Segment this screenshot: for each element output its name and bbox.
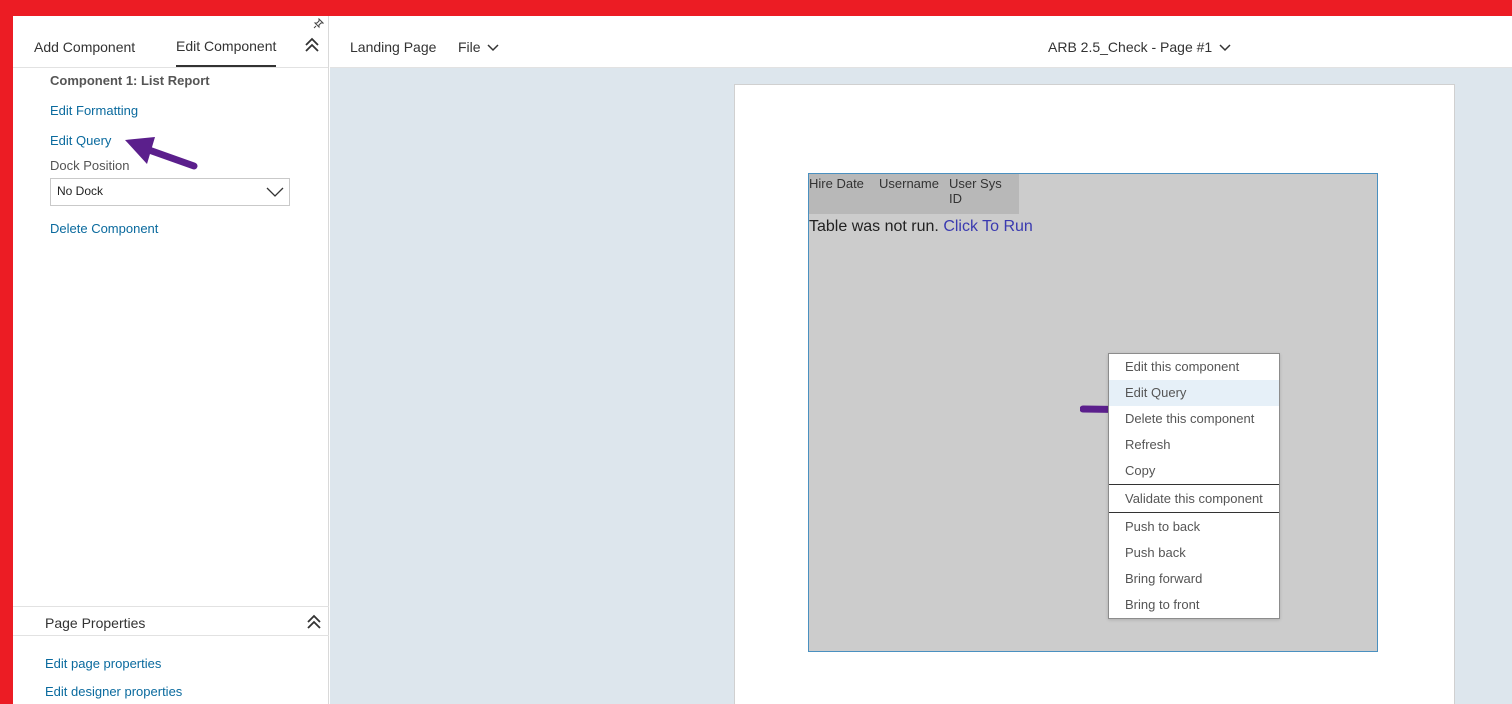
annotation-arrow <box>125 137 198 170</box>
menu-item-push-back[interactable]: Push back <box>1109 540 1279 566</box>
column-header: Username <box>879 176 939 191</box>
edit-formatting-link[interactable]: Edit Formatting <box>50 103 138 118</box>
edit-designer-properties-link[interactable]: Edit designer properties <box>45 684 182 699</box>
table-status: Table was not run. Click To Run <box>809 218 1033 236</box>
list-report-component[interactable]: Hire Date Username User Sys ID Table was… <box>808 173 1378 652</box>
left-panel: Add Component Edit Component Component 1… <box>13 16 329 704</box>
chevron-down-icon <box>487 44 499 52</box>
menu-item-copy[interactable]: Copy <box>1109 458 1279 484</box>
landing-page-link[interactable]: Landing Page <box>350 39 436 55</box>
top-bar: Landing Page File ARB 2.5_Check - Page #… <box>330 16 1512 68</box>
pin-icon[interactable] <box>313 17 325 32</box>
design-canvas: Hire Date Username User Sys ID Table was… <box>330 68 1512 704</box>
page-properties-title: Page Properties <box>45 615 146 631</box>
page-selector[interactable]: ARB 2.5_Check - Page #1 <box>1048 39 1231 55</box>
file-menu[interactable]: File <box>458 39 499 55</box>
tab-add-component[interactable]: Add Component <box>34 39 135 55</box>
edit-query-link[interactable]: Edit Query <box>50 133 111 148</box>
menu-item-delete-component[interactable]: Delete this component <box>1109 406 1279 432</box>
menu-item-bring-forward[interactable]: Bring forward <box>1109 566 1279 592</box>
menu-separator <box>1109 484 1279 485</box>
app-frame: Add Component Edit Component Component 1… <box>13 16 1512 704</box>
panel-tabs: Add Component Edit Component <box>13 16 328 68</box>
menu-item-edit-query[interactable]: Edit Query <box>1109 380 1279 406</box>
menu-item-edit-component[interactable]: Edit this component <box>1109 354 1279 380</box>
double-chevron-up-icon[interactable] <box>303 36 321 54</box>
double-chevron-up-icon[interactable] <box>305 613 323 634</box>
report-page: Hire Date Username User Sys ID Table was… <box>734 84 1455 704</box>
tab-edit-component[interactable]: Edit Component <box>176 38 277 67</box>
dock-position-value: No Dock <box>57 184 104 198</box>
edit-page-properties-link[interactable]: Edit page properties <box>45 656 161 671</box>
click-to-run-link[interactable]: Click To Run <box>943 218 1033 235</box>
file-menu-label: File <box>458 39 481 55</box>
component-title: Component 1: List Report <box>50 73 210 88</box>
page-properties-header[interactable]: Page Properties <box>13 606 329 636</box>
menu-item-refresh[interactable]: Refresh <box>1109 432 1279 458</box>
column-header: Hire Date <box>809 176 864 191</box>
chevron-down-icon <box>1219 44 1231 52</box>
context-menu: Edit this component Edit Query Delete th… <box>1108 353 1280 619</box>
delete-component-link[interactable]: Delete Component <box>50 221 158 236</box>
menu-item-validate-component[interactable]: Validate this component <box>1109 486 1279 512</box>
chevron-down-icon <box>266 187 284 197</box>
table-status-message: Table was not run. <box>809 218 939 235</box>
table-header: Hire Date Username User Sys ID <box>809 174 1019 214</box>
menu-item-bring-to-front[interactable]: Bring to front <box>1109 592 1279 618</box>
menu-separator <box>1109 512 1279 513</box>
dock-position-label: Dock Position <box>50 158 130 173</box>
column-header: User Sys ID <box>949 176 1002 206</box>
page-title: ARB 2.5_Check - Page #1 <box>1048 39 1213 55</box>
menu-item-push-to-back[interactable]: Push to back <box>1109 514 1279 540</box>
dock-position-select[interactable]: No Dock <box>50 178 290 206</box>
